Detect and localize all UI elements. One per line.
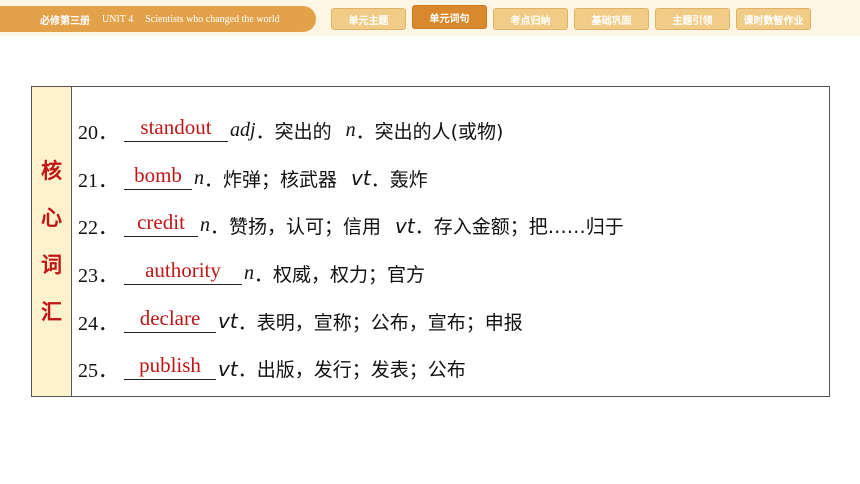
section-label-char: 汇 [41,299,62,324]
vocabulary-box: 核 心 词 汇 20． standout adj ． 突出的 n ． 突出的人(或物… [31,86,830,397]
vocab-row: 24． declare vt ． 表明，宣称；公布，宣布；申报 [78,305,523,335]
part-of-speech: n [200,214,210,237]
tab-theme-guide[interactable]: 主题引领 [655,8,730,30]
vocab-row: 23． authority n ． 权威，权力；官方 [78,258,426,288]
part-of-speech: vt [218,356,238,381]
section-label-char: 核 [41,158,62,183]
vocabulary-list: 20． standout adj ． 突出的 n ． 突出的人(或物) 21． bo… [78,107,624,393]
item-number: 25． [78,360,118,383]
part-of-speech: vt [218,309,238,334]
section-label: 核 心 词 汇 [32,87,72,396]
answer-word: publish [139,353,201,378]
item-number: 21． [78,169,118,192]
answer-word: declare [139,305,201,330]
unit-title: Scientists who changed the world [145,13,280,25]
meaning: 赞扬，认可；信用 [229,216,382,239]
top-bar: 必修第三册 UNIT 4 Scientists who changed the … [0,0,860,36]
part-of-speech: n [345,119,356,142]
meaning: 轰炸 [389,168,428,191]
meaning: 存入金额；把……归于 [433,216,624,239]
meaning: 表明，宣称；公布，宣布；申报 [256,311,523,334]
answer-blank: bomb [124,163,192,190]
part-of-speech: vt [395,213,415,238]
section-tabs: 单元主题 单元词句 考点归纳 基础巩固 主题引领 课时数智作业 [331,5,811,30]
answer-word: bomb [134,162,182,187]
answer-blank: declare [124,306,216,333]
answer-word: authority [145,258,221,283]
tab-unit-theme[interactable]: 单元主题 [331,8,406,30]
part-of-speech: n [244,262,254,285]
tab-homework[interactable]: 课时数智作业 [736,8,811,30]
meaning: 权威，权力；官方 [273,264,426,287]
vocab-row: 25． publish vt ． 出版，发行；发表；公布 [78,353,466,383]
meaning: 出版，发行；发表；公布 [256,359,466,382]
item-number: 22． [78,217,118,240]
section-label-char: 心 [41,205,62,230]
vocab-row: 20． standout adj ． 突出的 n ． 突出的人(或物) [78,115,504,145]
answer-blank: publish [124,353,216,381]
part-of-speech: adj [230,119,256,142]
meaning: 炸弹；核武器 [223,168,338,191]
answer-blank: standout [124,115,228,143]
item-number: 23． [78,265,118,288]
tab-key-points[interactable]: 考点归纳 [493,8,568,30]
part-of-speech: n [194,166,204,189]
tab-basic-practice[interactable]: 基础巩固 [574,8,649,30]
meaning: 突出的 [274,121,332,144]
answer-word: credit [137,210,185,235]
answer-word: standout [140,115,212,140]
meaning: 突出的人(或物) [374,121,504,144]
book-title: 必修第三册 [40,15,90,27]
tab-unit-vocabulary[interactable]: 单元词句 [412,5,487,29]
vocab-row: 21． bomb n ． 炸弹；核武器 vt ． 轰炸 [78,162,428,192]
part-of-speech: vt [351,166,371,191]
item-number: 24． [78,312,118,335]
vocab-row: 22． credit n ． 赞扬，认可；信用 vt ． 存入金额；把……归于 [78,210,624,240]
unit-header: 必修第三册 UNIT 4 Scientists who changed the … [0,6,316,32]
unit-number: UNIT 4 [102,13,134,25]
item-number: 20． [78,122,118,145]
section-label-char: 词 [41,252,62,277]
answer-blank: authority [124,258,242,286]
answer-blank: credit [124,210,198,238]
